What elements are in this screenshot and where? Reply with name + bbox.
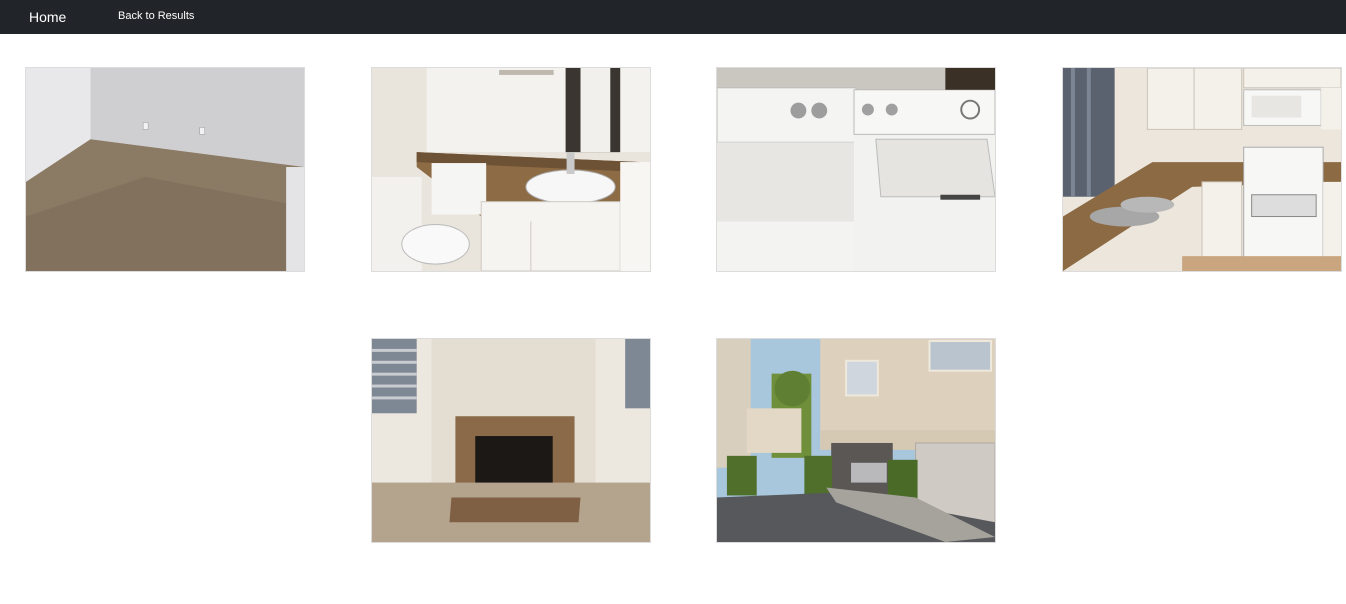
- photo-thumbnail-exterior[interactable]: [716, 338, 996, 543]
- exterior-image: [717, 339, 995, 542]
- kitchen-image: [1063, 68, 1341, 271]
- laundry-image: [717, 68, 995, 271]
- photo-thumbnail-laundry[interactable]: [716, 67, 996, 272]
- bedroom-image: [26, 68, 304, 271]
- fireplace-image: [372, 339, 650, 542]
- bathroom-image: [372, 68, 650, 271]
- photo-thumbnail-kitchen[interactable]: [1062, 67, 1342, 272]
- top-navbar: Home Back to Results: [0, 0, 1346, 34]
- photo-thumbnail-bedroom[interactable]: [25, 67, 305, 272]
- back-to-results-link[interactable]: Back to Results: [118, 9, 194, 24]
- photo-thumbnail-fireplace[interactable]: [371, 338, 651, 543]
- photo-thumbnail-bathroom[interactable]: [371, 67, 651, 272]
- home-link[interactable]: Home: [29, 8, 66, 26]
